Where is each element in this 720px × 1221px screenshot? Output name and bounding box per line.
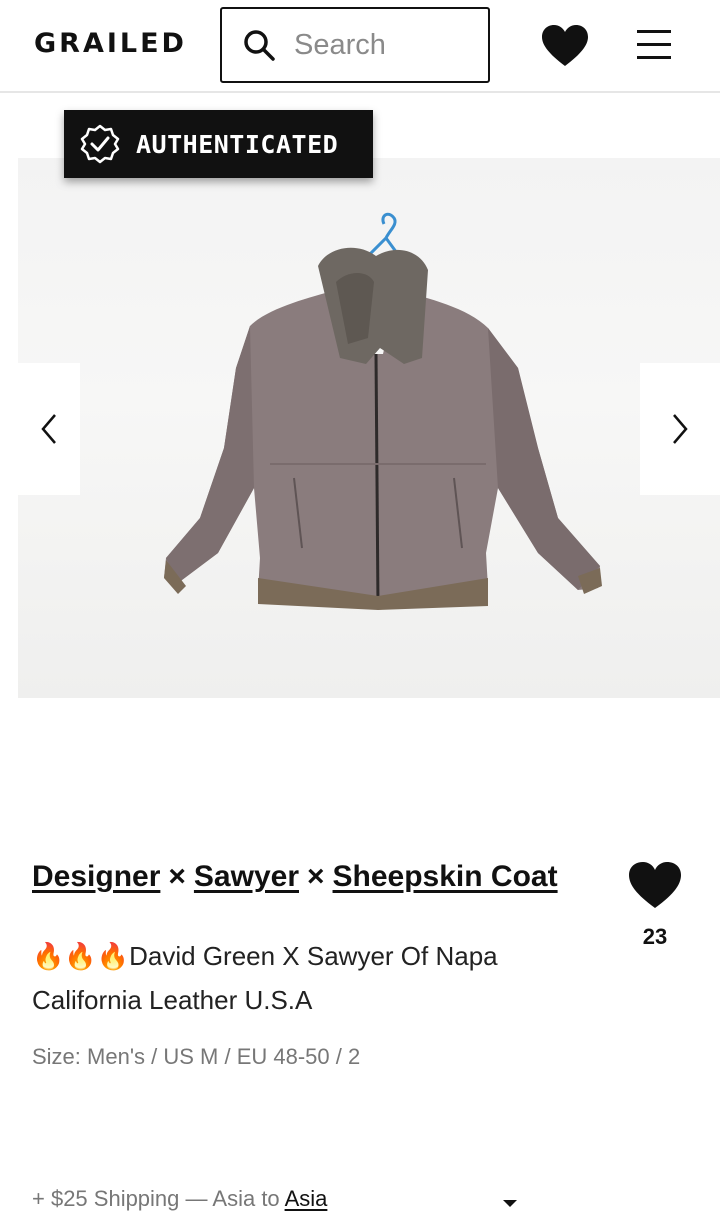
jacket-image <box>164 212 602 610</box>
favorite-count: 23 <box>642 924 668 949</box>
menu-button[interactable] <box>637 30 673 62</box>
badge-label: AUTHENTICATED <box>136 129 339 159</box>
favorites-heart-icon[interactable] <box>541 24 589 68</box>
designer-breadcrumb: Designer × Sawyer × Sheepskin Coat <box>32 860 558 893</box>
designer-link[interactable]: Sheepskin Coat <box>333 860 558 893</box>
hamburger-menu-icon <box>637 30 671 33</box>
verified-check-icon <box>80 124 120 164</box>
chevron-left-icon <box>41 414 56 444</box>
search-icon <box>244 30 275 61</box>
site-header: GRAILED <box>0 0 720 93</box>
size-info: Size: Men's / US M / EU 48-50 / 2 <box>32 1044 361 1069</box>
designer-link[interactable]: Sawyer <box>194 860 299 893</box>
shipping-info: + $25 Shipping — Asia to Asia <box>32 1186 532 1212</box>
next-image-button[interactable] <box>640 363 720 495</box>
designer-link[interactable]: Designer <box>32 860 160 893</box>
product-image[interactable] <box>18 158 720 698</box>
previous-image-button[interactable] <box>18 363 80 495</box>
search-input[interactable] <box>294 28 474 62</box>
chevron-right-icon <box>673 414 688 444</box>
grailed-logo[interactable]: GRAILED <box>34 28 187 59</box>
favorite-heart-icon[interactable] <box>627 860 683 910</box>
shipping-country-select[interactable]: Asia <box>285 1186 328 1211</box>
search-box[interactable] <box>220 7 490 83</box>
shipping-text: + $25 Shipping — Asia to <box>32 1186 280 1211</box>
listing-title: 🔥🔥🔥David Green X Sawyer Of Napa Californ… <box>32 941 498 1015</box>
authenticated-badge: AUTHENTICATED <box>64 110 373 178</box>
caret-down-icon[interactable] <box>503 1200 517 1207</box>
